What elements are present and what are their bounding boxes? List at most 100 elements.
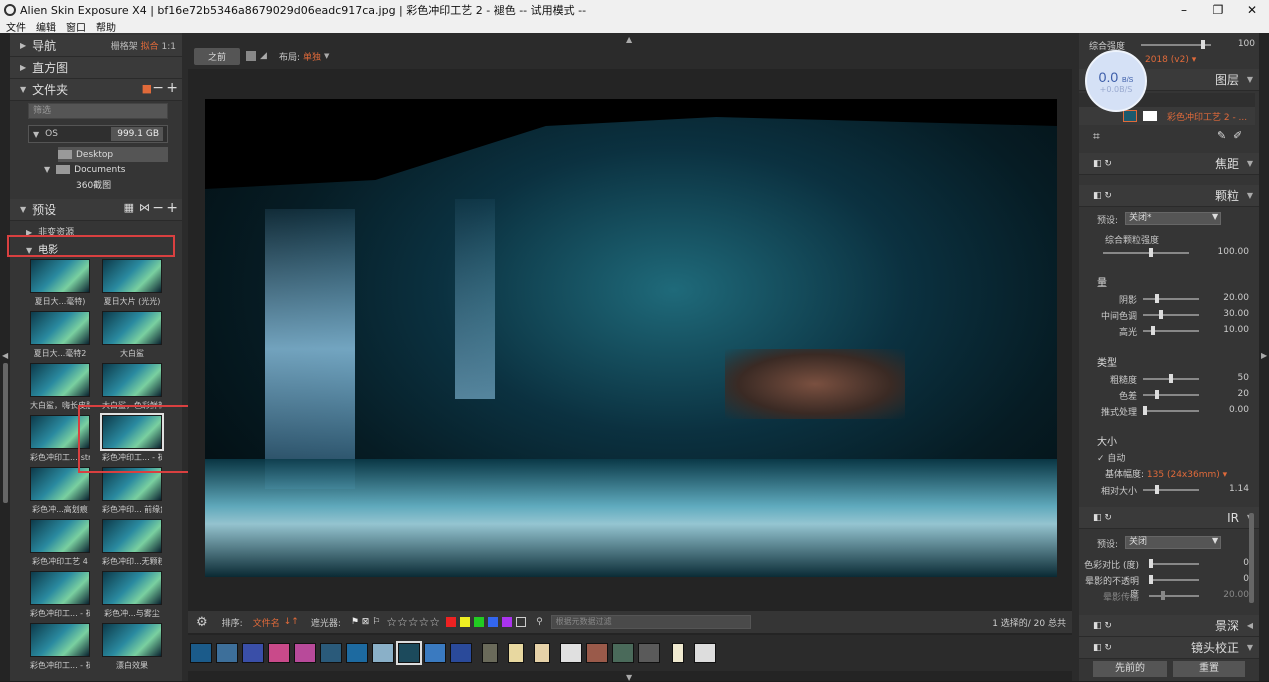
presets-header[interactable]: ▼ 预设 ▦ ⋈ − +: [10, 199, 182, 221]
slider-track[interactable]: [1143, 298, 1199, 300]
before-button[interactable]: 之前: [194, 47, 241, 65]
left-edge-scrollbar[interactable]: [3, 363, 8, 503]
roughness-slider[interactable]: 粗糙度 50: [1079, 371, 1249, 387]
drive-row[interactable]: ▼ OS 999.1 GB: [28, 125, 168, 143]
ir-preset-select[interactable]: 关闭: [1125, 536, 1221, 549]
toggle-icon[interactable]: ◧ ↻: [1093, 159, 1112, 169]
slider-track[interactable]: [1143, 394, 1199, 396]
color-red[interactable]: [446, 617, 457, 627]
plus-icon[interactable]: +: [166, 80, 178, 96]
slider-knob[interactable]: [1149, 575, 1153, 584]
slider-track[interactable]: [1103, 252, 1189, 254]
sort-select[interactable]: 文件名: [253, 616, 280, 629]
preset-thumb[interactable]: 彩色冲...与雾尘: [102, 571, 162, 621]
metadata-search-input[interactable]: 根据元数据过滤: [550, 615, 751, 629]
film-thumb-selected[interactable]: [396, 641, 422, 665]
toggle-icon[interactable]: ◧ ↻: [1093, 513, 1112, 523]
pen-icon[interactable]: ✎: [1217, 129, 1226, 142]
collapse-all-icon[interactable]: ⋈: [139, 201, 150, 214]
preset-thumb[interactable]: 漂白效果: [102, 623, 162, 673]
layout-select[interactable]: 单独: [303, 50, 321, 63]
zoom-grid[interactable]: 栅格架: [111, 42, 138, 52]
film-thumb[interactable]: [268, 643, 290, 663]
dof-header[interactable]: ◧ ↻ 景深 ◀: [1079, 615, 1259, 637]
film-thumb[interactable]: [534, 643, 550, 663]
collapse-right-icon[interactable]: ▶: [1261, 351, 1267, 360]
film-thumb[interactable]: [346, 643, 368, 663]
menu-edit[interactable]: 编辑: [36, 19, 56, 34]
gear-icon[interactable]: ⚙: [196, 615, 208, 630]
preset-thumb[interactable]: 夏日大...毫特): [30, 259, 90, 309]
slider-track[interactable]: [1149, 579, 1199, 581]
color-blue[interactable]: [488, 617, 499, 627]
preset-thumb[interactable]: 彩色冲印... 前缘角: [102, 467, 162, 517]
color-yellow[interactable]: [460, 617, 471, 627]
flag-icon[interactable]: ⚑ ⊠ ⚐: [351, 617, 380, 627]
film-thumb[interactable]: [672, 643, 684, 663]
previous-button[interactable]: 先前的: [1093, 661, 1167, 677]
version-select[interactable]: 2018 (v2) ▾: [1145, 55, 1196, 65]
film-thumb[interactable]: [482, 643, 498, 663]
color-none[interactable]: [516, 617, 527, 627]
grain-header[interactable]: ◧ ↻ 颗粒 ▼: [1079, 185, 1259, 207]
star-rating-filter[interactable]: ☆☆☆☆☆: [386, 615, 440, 629]
toggle-icon[interactable]: ◧ ↻: [1093, 643, 1112, 653]
preset-thumb[interactable]: 彩色冲印...无颗粒): [102, 519, 162, 569]
preset-thumb[interactable]: 彩色冲印工... - 褪日: [30, 623, 90, 673]
preset-thumb[interactable]: 彩色冲印工... - 褪色: [30, 571, 90, 621]
shadows-slider[interactable]: 阴影 20.00: [1079, 291, 1249, 307]
preset-thumb[interactable]: 彩色冲印工艺 4: [30, 519, 90, 569]
paint-icon[interactable]: ◢: [260, 51, 267, 61]
ir-halo-spread-slider[interactable]: 晕影传播 20.00: [1079, 588, 1249, 604]
ir-halo-opacity-slider[interactable]: 晕影的不透明度 0: [1079, 572, 1249, 600]
film-thumb[interactable]: [612, 643, 634, 663]
crop-icon[interactable]: ⌗: [1093, 129, 1100, 144]
lens-correction-header[interactable]: ◧ ↻ 镜头校正 ▼: [1079, 637, 1259, 659]
slider-track[interactable]: [1149, 595, 1199, 597]
right-panel-scrollbar[interactable]: [1249, 513, 1254, 603]
focus-header[interactable]: ◧ ↻ 焦距 ▼: [1079, 153, 1259, 175]
folder-desktop[interactable]: Desktop: [58, 147, 168, 162]
toggle-icon[interactable]: ◧ ↻: [1093, 191, 1112, 201]
collapse-top-icon[interactable]: ▲: [626, 35, 632, 44]
slider-knob[interactable]: [1149, 559, 1153, 568]
reset-button[interactable]: 重置: [1173, 661, 1245, 677]
color-purple[interactable]: [502, 617, 513, 627]
slider-track[interactable]: [1143, 410, 1199, 412]
plus-icon[interactable]: +: [166, 200, 178, 216]
minus-icon[interactable]: −: [152, 80, 164, 96]
slider-knob[interactable]: [1149, 248, 1153, 257]
network-speed-overlay[interactable]: 0.0 B/S +0.0B/S: [1085, 50, 1147, 112]
close-button[interactable]: ✕: [1235, 3, 1269, 17]
grain-preset-select[interactable]: 关闭*: [1125, 212, 1221, 225]
film-thumb[interactable]: [694, 643, 716, 663]
film-thumb[interactable]: [560, 643, 582, 663]
zoom-fit[interactable]: 拟合: [141, 42, 159, 52]
slider-knob[interactable]: [1155, 390, 1159, 399]
slider-knob[interactable]: [1155, 294, 1159, 303]
film-thumb[interactable]: [216, 643, 238, 663]
toggle-icon[interactable]: ◧ ↻: [1093, 621, 1112, 631]
slider-knob[interactable]: [1201, 40, 1205, 49]
folders-header[interactable]: ▼ 文件夹 ■ − +: [10, 79, 182, 101]
color-slider[interactable]: 色差 20: [1079, 387, 1249, 403]
slider-knob[interactable]: [1143, 406, 1147, 415]
film-thumb[interactable]: [508, 643, 524, 663]
film-thumb[interactable]: [320, 643, 342, 663]
color-green[interactable]: [474, 617, 485, 627]
film-thumb[interactable]: [638, 643, 660, 663]
slider-knob[interactable]: [1159, 310, 1163, 319]
relative-size-slider[interactable]: 相对大小 1.14: [1079, 482, 1249, 498]
preset-thumb[interactable]: 夏日大片 (光光): [102, 259, 162, 309]
film-thumb[interactable]: [586, 643, 608, 663]
film-thumb[interactable]: [190, 643, 212, 663]
brush-icon[interactable]: ✐: [1233, 129, 1242, 142]
preset-thumb[interactable]: 夏日大...毫特2: [30, 311, 90, 361]
zoom-1to1[interactable]: 1:1: [162, 42, 176, 52]
menu-file[interactable]: 文件: [6, 19, 26, 34]
grain-overall-slider[interactable]: 100.00: [1079, 245, 1249, 261]
auto-checkbox[interactable]: ✓ 自动: [1097, 451, 1125, 464]
slider-knob[interactable]: [1151, 326, 1155, 335]
maximize-button[interactable]: ❐: [1201, 3, 1235, 17]
folder-icon[interactable]: ■: [142, 82, 152, 95]
